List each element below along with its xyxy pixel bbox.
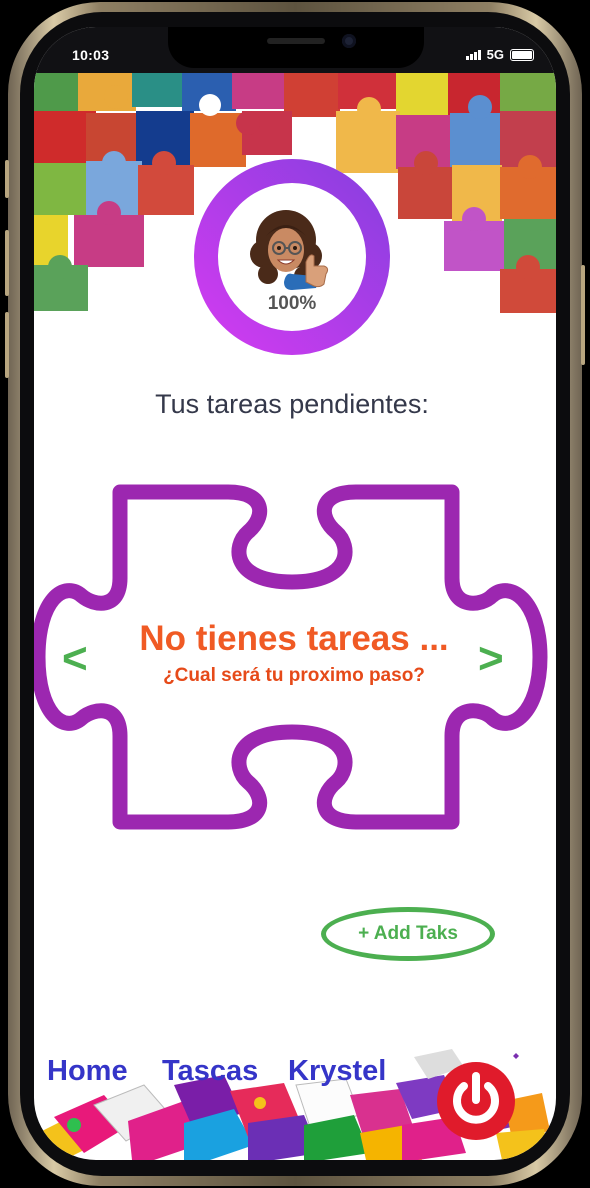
- next-task-arrow[interactable]: >: [478, 634, 504, 684]
- nav-tascas-link[interactable]: Tascas: [162, 1055, 258, 1088]
- nav-home-link[interactable]: Home: [47, 1055, 128, 1088]
- nav-krystel-link[interactable]: Krystel: [288, 1055, 386, 1088]
- earpiece-speaker: [267, 38, 325, 44]
- phone-device: 10:03 5G 100% Tus tareas pendientes: < >…: [0, 0, 590, 1188]
- mute-switch: [5, 160, 9, 198]
- progress-percentage: 100%: [267, 293, 317, 314]
- volume-down-button: [5, 312, 9, 378]
- status-indicators: 5G: [465, 47, 534, 62]
- battery-icon: [510, 48, 534, 61]
- previous-task-arrow[interactable]: <: [62, 634, 88, 684]
- side-power-button: [581, 265, 585, 365]
- empty-tasks-title: No tienes tareas ...: [139, 619, 449, 658]
- power-icon[interactable]: [437, 1062, 515, 1140]
- empty-tasks-subtitle: ¿Cual será tu proximo paso?: [163, 665, 425, 686]
- memoji-avatar-icon: [250, 210, 329, 290]
- add-task-button[interactable]: + Add Taks: [321, 907, 495, 961]
- signal-icon: [465, 49, 481, 60]
- app-screen: 10:03 5G 100% Tus tareas pendientes: < >…: [34, 27, 556, 1160]
- status-bar: 10:03 5G: [34, 27, 556, 73]
- pending-tasks-heading: Tus tareas pendientes:: [155, 389, 429, 419]
- camera-notch: [168, 27, 424, 68]
- front-camera: [342, 34, 356, 48]
- network-label: 5G: [486, 47, 504, 62]
- status-time: 10:03: [72, 47, 110, 63]
- volume-up-button: [5, 230, 9, 296]
